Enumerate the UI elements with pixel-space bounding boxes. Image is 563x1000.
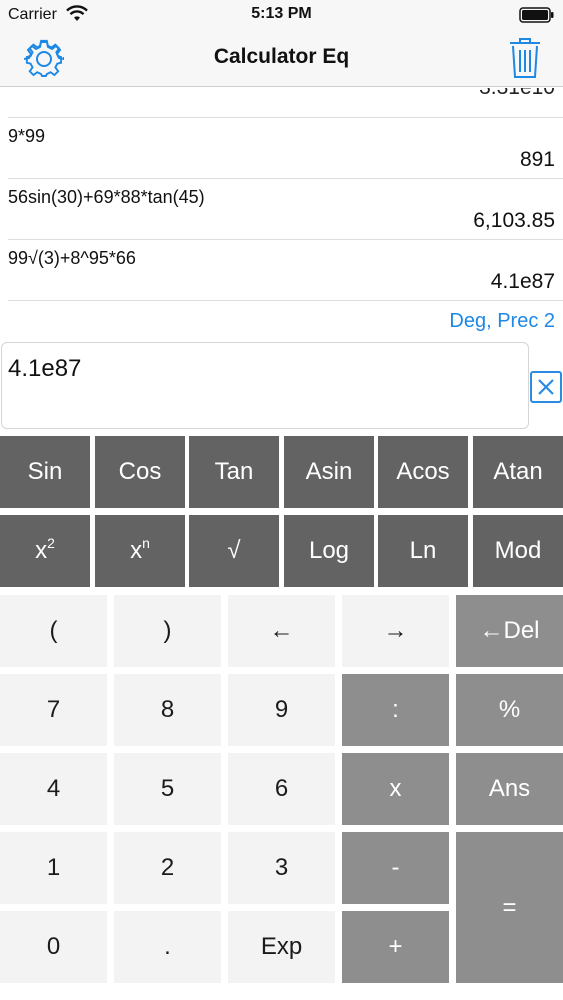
key-label: Asin <box>305 458 353 485</box>
plus-key[interactable]: + <box>342 911 449 983</box>
status-bar: Carrier 5:13 PM <box>0 0 563 30</box>
key-label: 2 <box>160 854 175 881</box>
key-label: - <box>391 854 400 881</box>
close-paren-key[interactable]: ) <box>114 595 221 667</box>
log-key[interactable]: Log <box>284 515 374 587</box>
ans-key[interactable]: Ans <box>456 753 563 825</box>
digit-3-key[interactable]: 3 <box>228 832 335 904</box>
key-label: 7 <box>46 696 61 723</box>
key-label: ( <box>49 617 58 644</box>
key-exponent: 2 <box>47 535 55 551</box>
ln-key[interactable]: Ln <box>378 515 468 587</box>
key-label: Mod <box>494 537 542 564</box>
key-label: . <box>164 933 171 960</box>
atan-key[interactable]: Atan <box>473 436 563 508</box>
mode-label[interactable]: Deg, Prec 2 <box>449 310 555 333</box>
percent-key[interactable]: % <box>456 674 563 746</box>
key-label: 5 <box>160 775 175 802</box>
tan-key[interactable]: Tan <box>189 436 279 508</box>
divider <box>8 300 563 301</box>
history-result-partial: 3.31e10 <box>479 88 555 100</box>
clear-icon[interactable] <box>530 371 562 403</box>
minus-key[interactable]: - <box>342 832 449 904</box>
digit-2-key[interactable]: 2 <box>114 832 221 904</box>
expression-input[interactable]: 4.1e87 <box>1 342 529 429</box>
page-title: Calculator Eq <box>213 45 350 68</box>
mod-key[interactable]: Mod <box>473 515 563 587</box>
digit-1-key[interactable]: 1 <box>0 832 107 904</box>
history-result: 891 <box>519 148 555 171</box>
key-label: Ans <box>488 775 531 802</box>
key-label: 3 <box>274 854 289 881</box>
key-label: Exp <box>260 933 303 960</box>
key-label: ) <box>163 617 172 644</box>
navigation-bar: Calculator Eq <box>0 30 563 87</box>
key-label: % <box>498 696 521 723</box>
digit-0-key[interactable]: 0 <box>0 911 107 983</box>
digit-6-key[interactable]: 6 <box>228 753 335 825</box>
history-result: 4.1e87 <box>490 270 555 293</box>
history-expression: 56sin(30)+69*88*tan(45) <box>8 187 205 207</box>
history-item[interactable]: 9*99 891 <box>0 118 563 179</box>
digit-4-key[interactable]: 4 <box>0 753 107 825</box>
keypad: Sin Cos Tan Asin Acos Atan x2 xn √ Log L… <box>0 436 563 1000</box>
digit-5-key[interactable]: 5 <box>114 753 221 825</box>
divide-key[interactable]: : <box>342 674 449 746</box>
digit-8-key[interactable]: 8 <box>114 674 221 746</box>
key-label: : <box>392 696 399 723</box>
history-expression: 99√(3)+8^95*66 <box>8 248 136 268</box>
key-label: 9 <box>274 696 289 723</box>
battery-icon <box>519 7 554 23</box>
key-label: Cos <box>118 458 162 485</box>
key-label: √ <box>227 537 241 564</box>
history-result: 6,103.85 <box>473 209 555 232</box>
open-paren-key[interactable]: ( <box>0 595 107 667</box>
key-label: + <box>388 933 403 960</box>
asin-key[interactable]: Asin <box>284 436 374 508</box>
history-list[interactable]: 3.31e10 9*99 891 56sin(30)+69*88*tan(45)… <box>0 88 563 302</box>
expression-input-value: 4.1e87 <box>8 355 82 382</box>
cursor-left-key[interactable]: ← <box>228 595 335 667</box>
key-label: x <box>389 775 402 802</box>
key-exponent: n <box>142 535 150 551</box>
key-label: Log <box>308 537 350 564</box>
key-label: ← <box>269 617 294 644</box>
square-key[interactable]: x2 <box>0 515 90 587</box>
trash-icon[interactable] <box>509 37 541 79</box>
key-label: Sin <box>27 458 63 485</box>
power-key[interactable]: xn <box>95 515 185 587</box>
key-label: 6 <box>274 775 289 802</box>
key-label: 1 <box>46 854 61 881</box>
key-label: = <box>502 893 517 921</box>
key-label: Ln <box>409 537 437 564</box>
cos-key[interactable]: Cos <box>95 436 185 508</box>
key-label: x <box>130 537 143 564</box>
acos-key[interactable]: Acos <box>378 436 468 508</box>
exp-key[interactable]: Exp <box>228 911 335 983</box>
sin-key[interactable]: Sin <box>0 436 90 508</box>
history-expression: 9*99 <box>8 126 46 146</box>
key-label: Tan <box>214 458 254 485</box>
key-label: ←Del <box>479 617 540 644</box>
history-item[interactable]: 56sin(30)+69*88*tan(45) 6,103.85 <box>0 179 563 240</box>
key-label: 4 <box>46 775 61 802</box>
cursor-right-key[interactable]: → <box>342 595 449 667</box>
delete-key[interactable]: ←Del <box>456 595 563 667</box>
key-label: 0 <box>46 933 61 960</box>
clock: 5:13 PM <box>251 5 312 22</box>
key-label: 8 <box>160 696 175 723</box>
key-label: Acos <box>396 458 450 485</box>
key-label: Atan <box>493 458 543 485</box>
digit-7-key[interactable]: 7 <box>0 674 107 746</box>
multiply-key[interactable]: x <box>342 753 449 825</box>
key-label: → <box>383 617 408 644</box>
sqrt-key[interactable]: √ <box>189 515 279 587</box>
decimal-key[interactable]: . <box>114 911 221 983</box>
digit-9-key[interactable]: 9 <box>228 674 335 746</box>
key-label: x <box>35 537 48 564</box>
history-item[interactable]: 99√(3)+8^95*66 4.1e87 <box>0 240 563 301</box>
equals-key[interactable]: = <box>456 832 563 983</box>
